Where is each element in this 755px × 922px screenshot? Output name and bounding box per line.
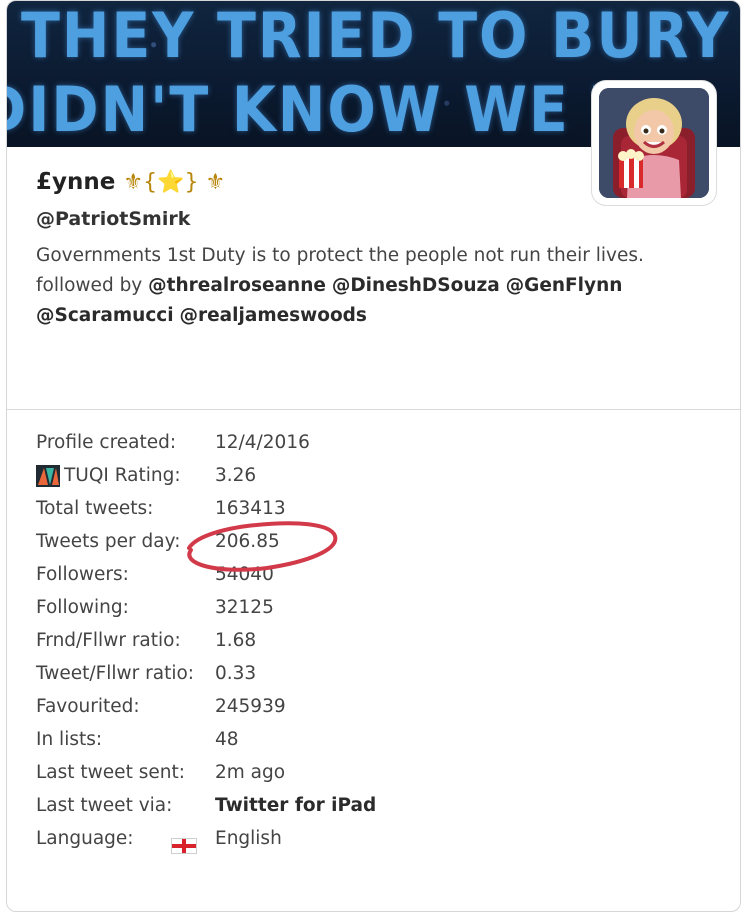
profile-name: £ynne: [36, 169, 116, 195]
stat-label: Profile created:: [36, 432, 177, 453]
banner-text-line1: THEY TRIED TO BURY US.: [21, 1, 740, 72]
stat-value: 0.33: [215, 663, 257, 684]
stat-label: Following:: [36, 597, 129, 618]
stat-value: 245939: [215, 696, 286, 717]
stat-label: Last tweet sent:: [36, 762, 185, 783]
stat-value: 2m ago: [215, 762, 286, 783]
stat-row-following: Following: 32125: [36, 591, 376, 624]
england-flag-icon: [171, 838, 197, 854]
stat-value: 206.85: [215, 531, 280, 552]
stat-label: Last tweet via:: [36, 795, 173, 816]
followed-by-handle[interactable]: @DineshDSouza: [332, 275, 500, 296]
followed-by-handle[interactable]: @realjameswoods: [180, 305, 367, 326]
stat-label: In lists:: [36, 729, 103, 750]
profile-card: THEY TRIED TO BURY US. DIDN'T KNOW WE WE: [6, 0, 741, 912]
stat-value: 48: [215, 729, 239, 750]
profile-handle[interactable]: @PatriotSmirk: [36, 208, 190, 230]
avatar-image: [599, 88, 709, 198]
followed-by-handle[interactable]: @Scaramucci: [36, 305, 174, 326]
stat-label: Frnd/Fllwr ratio:: [36, 630, 181, 651]
stat-value: 163413: [215, 498, 286, 519]
stat-value: English: [215, 828, 282, 849]
stat-label-wrap: TUQI Rating:: [36, 464, 215, 487]
bitmoji-avatar-icon: [599, 88, 709, 198]
stat-row-profile-created: Profile created: 12/4/2016: [36, 426, 376, 459]
stat-label: Tweet/Fllwr ratio:: [36, 663, 195, 684]
stat-value: 32125: [215, 597, 274, 618]
stat-label: Followers:: [36, 564, 129, 585]
stat-value: 3.26: [215, 465, 257, 486]
stat-row-frnd-fllwr-ratio: Frnd/Fllwr ratio: 1.68: [36, 624, 376, 657]
followed-by-handle[interactable]: @threalroseanne: [148, 275, 326, 296]
stat-label: Tweets per day:: [36, 531, 181, 552]
stat-value-link[interactable]: Twitter for iPad: [215, 795, 376, 816]
stat-label: Favourited:: [36, 696, 140, 717]
stat-row-tweets-per-day: Tweets per day: 206.85: [36, 525, 376, 558]
stat-row-tweet-fllwr-ratio: Tweet/Fllwr ratio: 0.33: [36, 657, 376, 690]
avatar[interactable]: [592, 81, 716, 205]
stats-table: Profile created: 12/4/2016 TUQI Rating: …: [36, 426, 376, 855]
stat-row-favourited: Favourited: 245939: [36, 690, 376, 723]
stat-row-total-tweets: Total tweets: 163413: [36, 492, 376, 525]
followed-by-handle[interactable]: @GenFlynn: [506, 275, 623, 296]
stat-row-tuqi-rating: TUQI Rating: 3.26: [36, 459, 376, 492]
stat-row-in-lists: In lists: 48: [36, 723, 376, 756]
stat-value: 54040: [215, 564, 274, 585]
stat-value: 12/4/2016: [215, 432, 310, 453]
stat-value: 1.68: [215, 630, 257, 651]
stat-row-last-tweet-via: Last tweet via: Twitter for iPad: [36, 789, 376, 822]
stat-label: Total tweets:: [36, 498, 154, 519]
stat-row-last-tweet-sent: Last tweet sent: 2m ago: [36, 756, 376, 789]
stat-label: TUQI Rating:: [64, 465, 181, 486]
profile-bio: Governments 1st Duty is to protect the p…: [36, 241, 716, 331]
profile-name-row: £ynne ⚜{⭐} ⚜: [36, 169, 225, 195]
bio-text: Governments 1st Duty is to protect the p…: [36, 245, 644, 266]
bio-followed-prefix: followed by: [36, 275, 143, 296]
stat-label-wrap: Language:: [36, 828, 215, 854]
name-decoration: ⚜{⭐} ⚜: [123, 169, 226, 195]
tuqi-logo-icon: [36, 464, 60, 487]
section-divider: [7, 409, 740, 410]
stat-label: Language:: [36, 828, 134, 849]
stat-row-language: Language: English: [36, 822, 376, 855]
stat-row-followers: Followers: 54040: [36, 558, 376, 591]
